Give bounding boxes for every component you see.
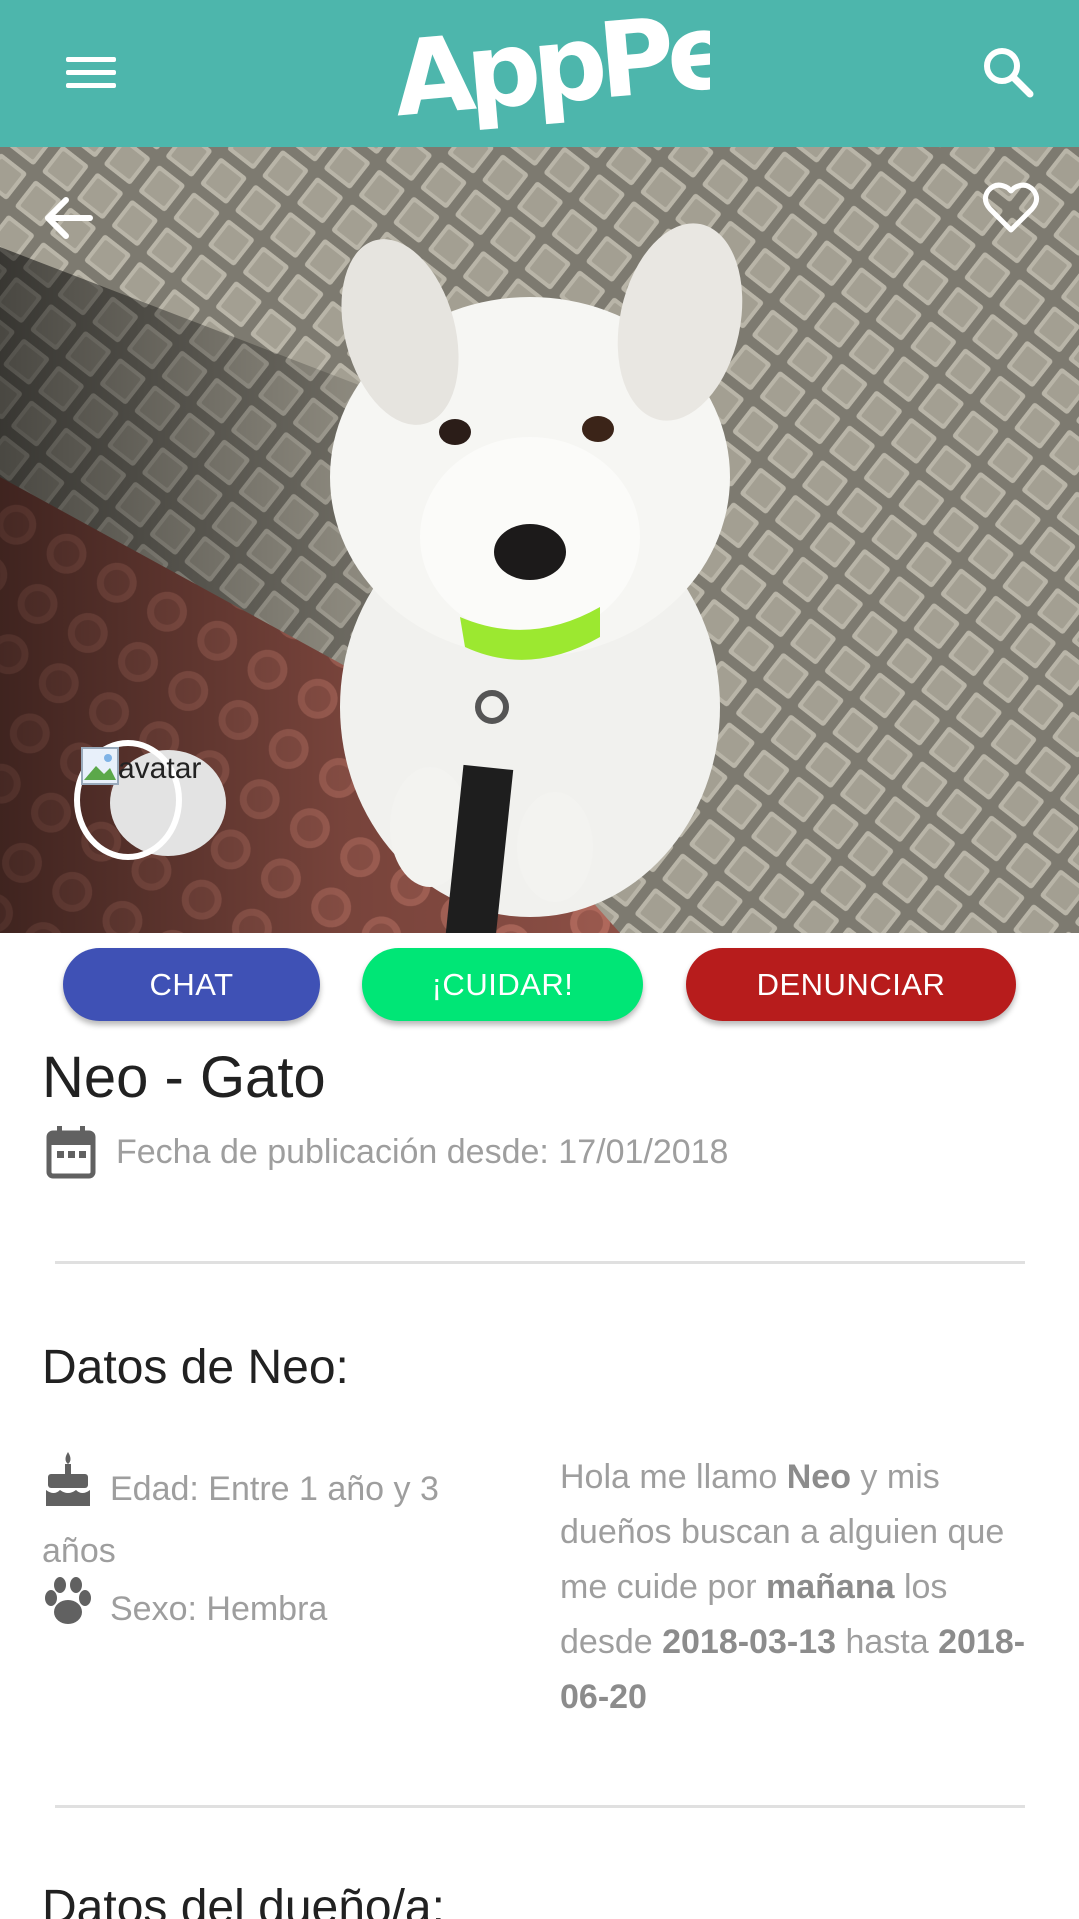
arrow-back-icon: [45, 197, 93, 239]
apppet-logo: AppPet: [389, 0, 782, 142]
cuidar-button[interactable]: ¡CUIDAR!: [362, 948, 643, 1021]
hamburger-menu-icon: [66, 70, 116, 75]
calendar-icon: [46, 1126, 96, 1179]
description-from-date: 2018-03-13: [662, 1623, 837, 1661]
pet-sex: Sexo: Hembra: [110, 1590, 328, 1628]
divider: [55, 1261, 1025, 1264]
heart-outline-icon: [982, 182, 1040, 233]
pet-description: Hola me llamo Neo y mis dueños buscan a …: [560, 1450, 1040, 1725]
description-text: Hola me llamo: [560, 1458, 787, 1496]
denunciar-button[interactable]: DENUNCIAR: [686, 948, 1016, 1021]
favorite-button[interactable]: [980, 178, 1042, 238]
age-row: Edad: Entre 1 año y 3 años: [42, 1450, 502, 1582]
sex-row: Sexo: Hembra: [42, 1576, 502, 1640]
pet-title: Neo - Gato: [42, 1045, 326, 1110]
avatar-alt-text: avatar: [118, 752, 202, 785]
publication-date-row: Fecha de publicación desde: 17/01/2018: [46, 1124, 728, 1180]
pet-data-title: Datos de Neo:: [42, 1341, 349, 1394]
hamburger-menu-icon: [66, 83, 116, 88]
pet-age: Edad: Entre 1 año y 3 años: [42, 1470, 439, 1570]
description-period: mañana: [766, 1568, 895, 1606]
description-text: hasta: [836, 1623, 939, 1661]
owner-avatar[interactable]: avatar: [74, 740, 226, 860]
publication-date: Fecha de publicación desde: 17/01/2018: [116, 1132, 729, 1171]
chat-button[interactable]: CHAT: [63, 948, 320, 1021]
search-icon: [984, 48, 1034, 98]
menu-button[interactable]: [60, 45, 122, 99]
broken-image-icon: [81, 747, 119, 785]
owner-data-title: Datos del dueño/a:: [42, 1881, 445, 1919]
search-button[interactable]: [978, 42, 1038, 102]
birthday-cake-icon: [46, 1452, 90, 1506]
hamburger-menu-icon: [66, 57, 116, 62]
divider: [55, 1805, 1025, 1808]
app-bar: AppPet: [0, 0, 1079, 147]
back-button[interactable]: [40, 190, 96, 246]
logo-text: AppPet: [390, 2, 710, 140]
description-name: Neo: [786, 1458, 851, 1496]
pet-details: Edad: Entre 1 año y 3 años Sexo: Hembra: [42, 1450, 502, 1640]
paw-icon: [45, 1577, 91, 1624]
